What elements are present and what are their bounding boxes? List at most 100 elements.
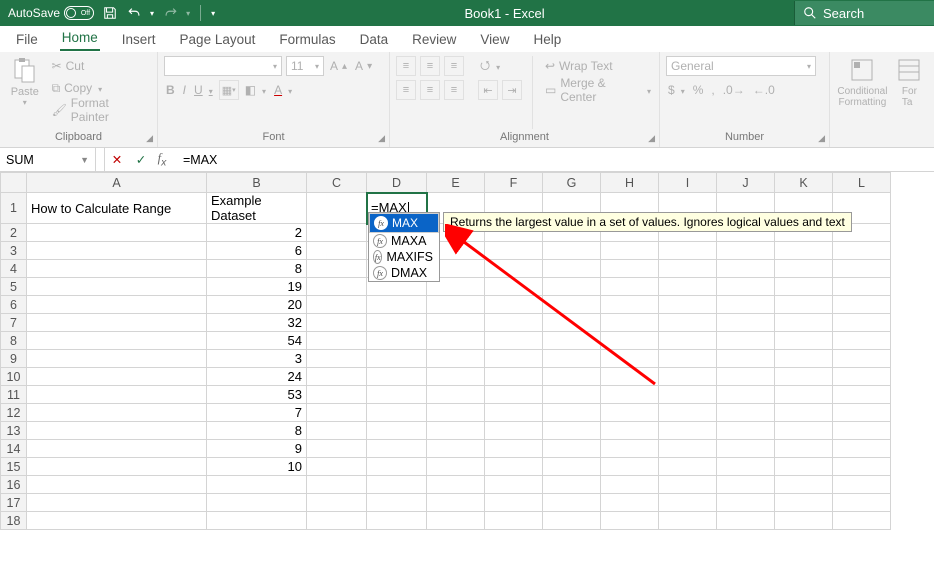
cell-C5[interactable] [307,278,367,296]
cell-C3[interactable] [307,242,367,260]
cell-D15[interactable] [367,458,427,476]
cell-J17[interactable] [717,494,775,512]
font-launcher-icon[interactable]: ◢ [378,133,385,144]
formula-input[interactable]: =MAX [177,148,934,171]
cell-J18[interactable] [717,512,775,530]
cell-L8[interactable] [833,332,891,350]
cell-E12[interactable] [427,404,485,422]
cell-F6[interactable] [485,296,543,314]
cell-A14[interactable] [27,440,207,458]
align-center-icon[interactable]: ≡ [420,80,440,100]
cell-A17[interactable] [27,494,207,512]
cell-L6[interactable] [833,296,891,314]
borders-button[interactable]: ▦▾ [219,80,239,100]
cell-F12[interactable] [485,404,543,422]
cell-A13[interactable] [27,422,207,440]
orientation-button[interactable]: ⭯ [478,56,502,76]
row-header[interactable]: 12 [1,404,27,422]
cell-F5[interactable] [485,278,543,296]
cell-D12[interactable] [367,404,427,422]
cell-K5[interactable] [775,278,833,296]
cell-D17[interactable] [367,494,427,512]
cell-G7[interactable] [543,314,601,332]
row-header[interactable]: 18 [1,512,27,530]
col-header-G[interactable]: G [543,173,601,193]
cell-L10[interactable] [833,368,891,386]
format-as-table-button[interactable]: ForTa [895,56,924,141]
tab-insert[interactable]: Insert [120,28,158,51]
cell-G11[interactable] [543,386,601,404]
cell-H18[interactable] [601,512,659,530]
number-format-select[interactable]: General▾ [666,56,816,76]
col-header-L[interactable]: L [833,173,891,193]
cell-G5[interactable] [543,278,601,296]
cell-I8[interactable] [659,332,717,350]
row-header[interactable]: 4 [1,260,27,278]
cell-E11[interactable] [427,386,485,404]
cell-L7[interactable] [833,314,891,332]
cell-B12[interactable]: 7 [207,404,307,422]
cell-D16[interactable] [367,476,427,494]
cell-G9[interactable] [543,350,601,368]
cell-G12[interactable] [543,404,601,422]
align-right-icon[interactable]: ≡ [444,80,464,100]
cell-D13[interactable] [367,422,427,440]
row-header[interactable]: 9 [1,350,27,368]
cell-A6[interactable] [27,296,207,314]
cell-I11[interactable] [659,386,717,404]
cell-F4[interactable] [485,260,543,278]
cell-G16[interactable] [543,476,601,494]
cell-F14[interactable] [485,440,543,458]
wrap-text-button[interactable]: ↩Wrap Text [543,56,653,76]
cell-F13[interactable] [485,422,543,440]
undo-dropdown-icon[interactable]: ▾ [150,9,154,18]
cell-K10[interactable] [775,368,833,386]
cell-K4[interactable] [775,260,833,278]
cell-B10[interactable]: 24 [207,368,307,386]
cell-C7[interactable] [307,314,367,332]
cell-I9[interactable] [659,350,717,368]
col-header-C[interactable]: C [307,173,367,193]
cell-B14[interactable]: 9 [207,440,307,458]
cell-E18[interactable] [427,512,485,530]
row-header[interactable]: 3 [1,242,27,260]
row-header[interactable]: 6 [1,296,27,314]
cell-H3[interactable] [601,242,659,260]
cell-B18[interactable] [207,512,307,530]
cell-K12[interactable] [775,404,833,422]
cell-C9[interactable] [307,350,367,368]
cell-I4[interactable] [659,260,717,278]
cell-A10[interactable] [27,368,207,386]
cell-B11[interactable]: 53 [207,386,307,404]
cell-E6[interactable] [427,296,485,314]
cell-I17[interactable] [659,494,717,512]
row-header[interactable]: 2 [1,224,27,242]
autosave-toggle[interactable]: AutoSave Off [8,6,94,20]
cell-L17[interactable] [833,494,891,512]
cell-F17[interactable] [485,494,543,512]
cell-C6[interactable] [307,296,367,314]
save-icon[interactable] [102,5,118,21]
cell-J10[interactable] [717,368,775,386]
cell-B2[interactable]: 2 [207,224,307,242]
undo-icon[interactable] [126,5,142,21]
cell-J16[interactable] [717,476,775,494]
cell-G18[interactable] [543,512,601,530]
cell-I13[interactable] [659,422,717,440]
tab-page-layout[interactable]: Page Layout [178,28,258,51]
cell-K7[interactable] [775,314,833,332]
tab-file[interactable]: File [14,28,40,51]
col-header-F[interactable]: F [485,173,543,193]
row-header[interactable]: 8 [1,332,27,350]
tab-home[interactable]: Home [60,26,100,51]
row-header[interactable]: 13 [1,422,27,440]
align-left-icon[interactable]: ≡ [396,80,416,100]
cell-H12[interactable] [601,404,659,422]
alignment-launcher-icon[interactable]: ◢ [648,133,655,144]
cell-G17[interactable] [543,494,601,512]
cell-L3[interactable] [833,242,891,260]
cell-F8[interactable] [485,332,543,350]
cell-I14[interactable] [659,440,717,458]
tab-review[interactable]: Review [410,28,458,51]
col-header-B[interactable]: B [207,173,307,193]
